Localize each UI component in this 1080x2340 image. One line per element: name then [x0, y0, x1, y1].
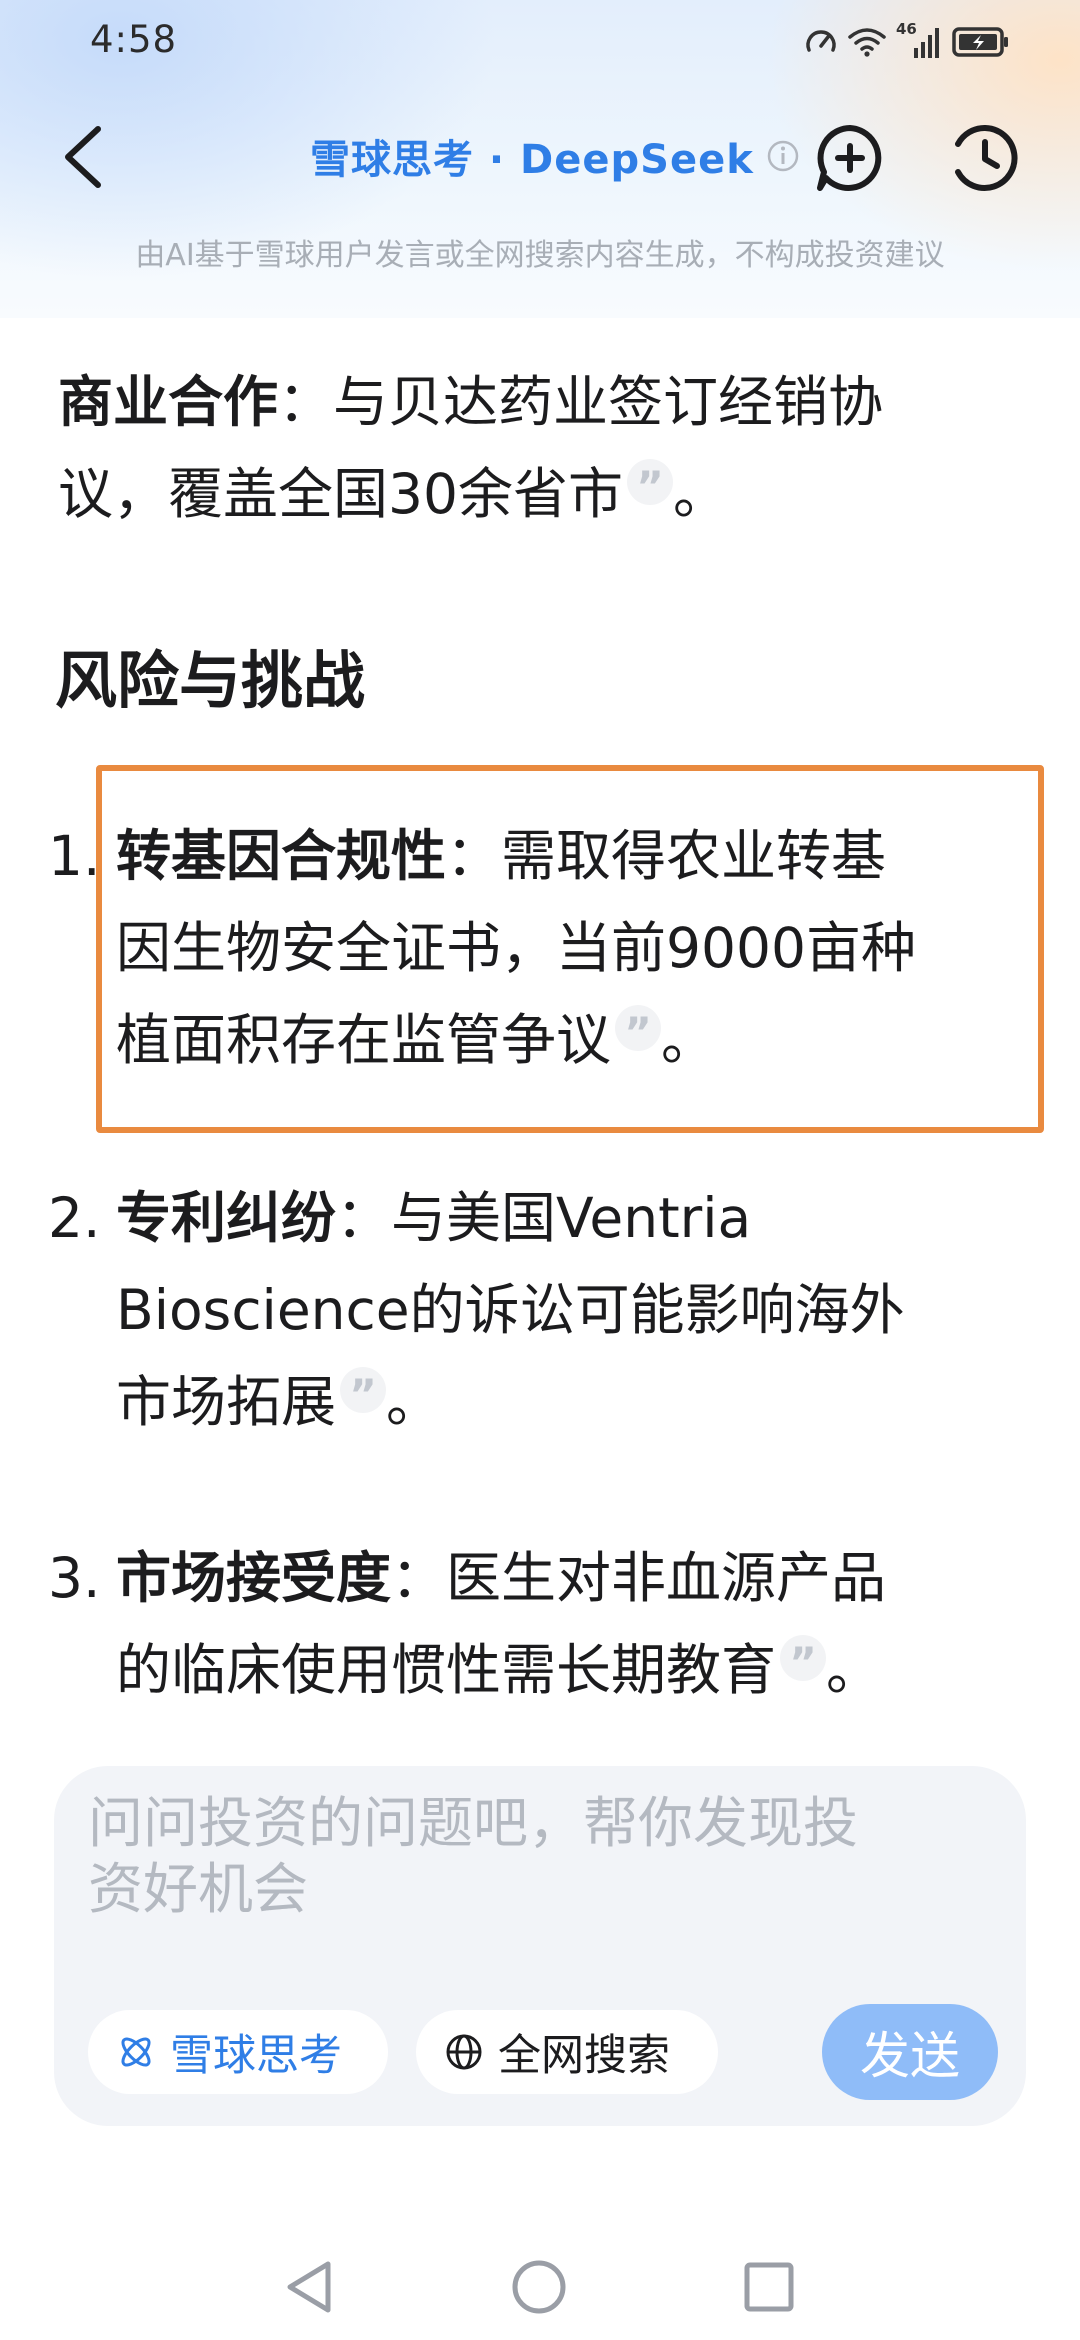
- system-back-button[interactable]: [274, 2252, 344, 2322]
- risk-heading: 风险与挑战: [55, 644, 366, 717]
- risk-label: 转基因合规性: [116, 824, 447, 888]
- risk-number: 2.: [48, 1186, 101, 1250]
- citation-quote-icon[interactable]: ”: [615, 1005, 662, 1057]
- citation-quote-icon[interactable]: ”: [627, 459, 673, 511]
- xueqiu-think-label: 雪球思考: [170, 2031, 342, 2081]
- risk-item-3: 3. 市场接受度：医生对非血源产品 的临床使用惯性需长期教育”。: [48, 1532, 1038, 1722]
- cooperation-paragraph: 商业合作：与贝达药业签订经销协 议，覆盖全国30余省市”。: [58, 356, 1018, 540]
- citation-quote-icon[interactable]: ”: [780, 1635, 827, 1687]
- risk-line: 市场拓展: [116, 1370, 337, 1434]
- history-clock-icon: [955, 124, 1018, 191]
- wifi-icon: [848, 26, 886, 58]
- risk-end: 。: [826, 1638, 882, 1702]
- risk-item-2: 2. 专利纠纷：与美国Ventria Bioscience的诉讼可能影响海外 市…: [48, 1172, 1038, 1452]
- circle-home-icon: [512, 2260, 566, 2314]
- risk-line: Bioscience的诉讼可能影响海外: [116, 1278, 905, 1342]
- status-icons: 46: [804, 20, 1010, 64]
- info-icon[interactable]: [766, 139, 800, 173]
- status-bar: 4:58 46: [0, 0, 1080, 84]
- back-button[interactable]: [48, 120, 118, 194]
- placeholder-line: 资好机会: [88, 1857, 309, 1921]
- risk-line: 的临床使用惯性需长期教育: [116, 1638, 777, 1702]
- risk-label: 市场接受度: [116, 1546, 392, 1610]
- risk-number: 1.: [48, 824, 101, 888]
- square-recents-icon: [744, 2262, 794, 2312]
- risk-number: 3.: [48, 1546, 101, 1610]
- globe-icon: [446, 2034, 482, 2070]
- cooperation-text-line2: 议，覆盖全国30余省市: [58, 462, 623, 526]
- atom-icon: [121, 2037, 151, 2067]
- new-chat-icon: [817, 125, 882, 191]
- history-button[interactable]: [945, 118, 1025, 198]
- question-input-placeholder[interactable]: 问问投资的问题吧，帮你发现投 资好机会: [88, 1790, 968, 1922]
- system-navigation-bar: [0, 2230, 1080, 2340]
- page-title: 雪球思考 · DeepSeek: [310, 126, 800, 186]
- web-search-toggle[interactable]: 全网搜索: [416, 2010, 718, 2094]
- risk-text: 专利纠纷：与美国Ventria Bioscience的诉讼可能影响海外 市场拓展…: [116, 1172, 1036, 1448]
- new-chat-button[interactable]: [810, 118, 890, 198]
- ai-disclaimer: 由AI基于雪球用户发言或全网搜索内容生成，不构成投资建议: [135, 238, 945, 273]
- header: 4:58 46 雪球思考 · DeepSeek 由AI基于雪球用户发言或全网搜索…: [0, 0, 1080, 318]
- nav-bar: 雪球思考 · DeepSeek: [0, 110, 1080, 204]
- speed-meter-icon: [804, 25, 838, 59]
- risk-end: 。: [386, 1370, 442, 1434]
- cellular-signal-icon: 46: [896, 20, 942, 60]
- risk-line: ：医生对非血源产品: [391, 1546, 887, 1610]
- system-home-button[interactable]: [504, 2252, 574, 2322]
- risk-text: 市场接受度：医生对非血源产品 的临床使用惯性需长期教育”。: [116, 1532, 1036, 1716]
- triangle-back-icon: [287, 2261, 331, 2313]
- page-title-text: 雪球思考 · DeepSeek: [310, 137, 754, 183]
- web-search-label: 全网搜索: [498, 2031, 670, 2081]
- placeholder-line: 问问投资的问题吧，帮你发现投: [88, 1791, 859, 1855]
- risk-item-1: 1. 转基因合规性：需取得农业转基 因生物安全证书，当前9000亩种 植面积存在…: [48, 810, 1038, 1090]
- risk-line: ：需取得农业转基: [446, 824, 887, 888]
- back-arrow-icon: [65, 126, 101, 188]
- status-time: 4:58: [90, 18, 178, 61]
- system-recents-button[interactable]: [734, 2252, 804, 2322]
- cooperation-label: 商业合作: [58, 370, 279, 434]
- cooperation-text-line1: ：与贝达药业签订经销协: [278, 370, 884, 434]
- risk-line: 植面积存在监管争议: [116, 1008, 612, 1072]
- xueqiu-think-toggle[interactable]: 雪球思考: [88, 2010, 388, 2094]
- battery-charging-icon: [952, 26, 1010, 58]
- question-input-card[interactable]: 问问投资的问题吧，帮你发现投 资好机会 雪球思考 全网搜索 发送: [54, 1766, 1026, 2126]
- risk-line: 因生物安全证书，当前9000亩种: [116, 916, 916, 980]
- risk-label: 专利纠纷: [116, 1186, 337, 1250]
- risk-line: ：与美国Ventria: [336, 1186, 752, 1250]
- risk-text: 转基因合规性：需取得农业转基 因生物安全证书，当前9000亩种 植面积存在监管争…: [116, 810, 1036, 1086]
- cooperation-end: 。: [673, 462, 729, 526]
- send-button[interactable]: 发送: [822, 2004, 998, 2100]
- citation-quote-icon[interactable]: ”: [340, 1367, 387, 1419]
- risk-end: 。: [661, 1008, 717, 1072]
